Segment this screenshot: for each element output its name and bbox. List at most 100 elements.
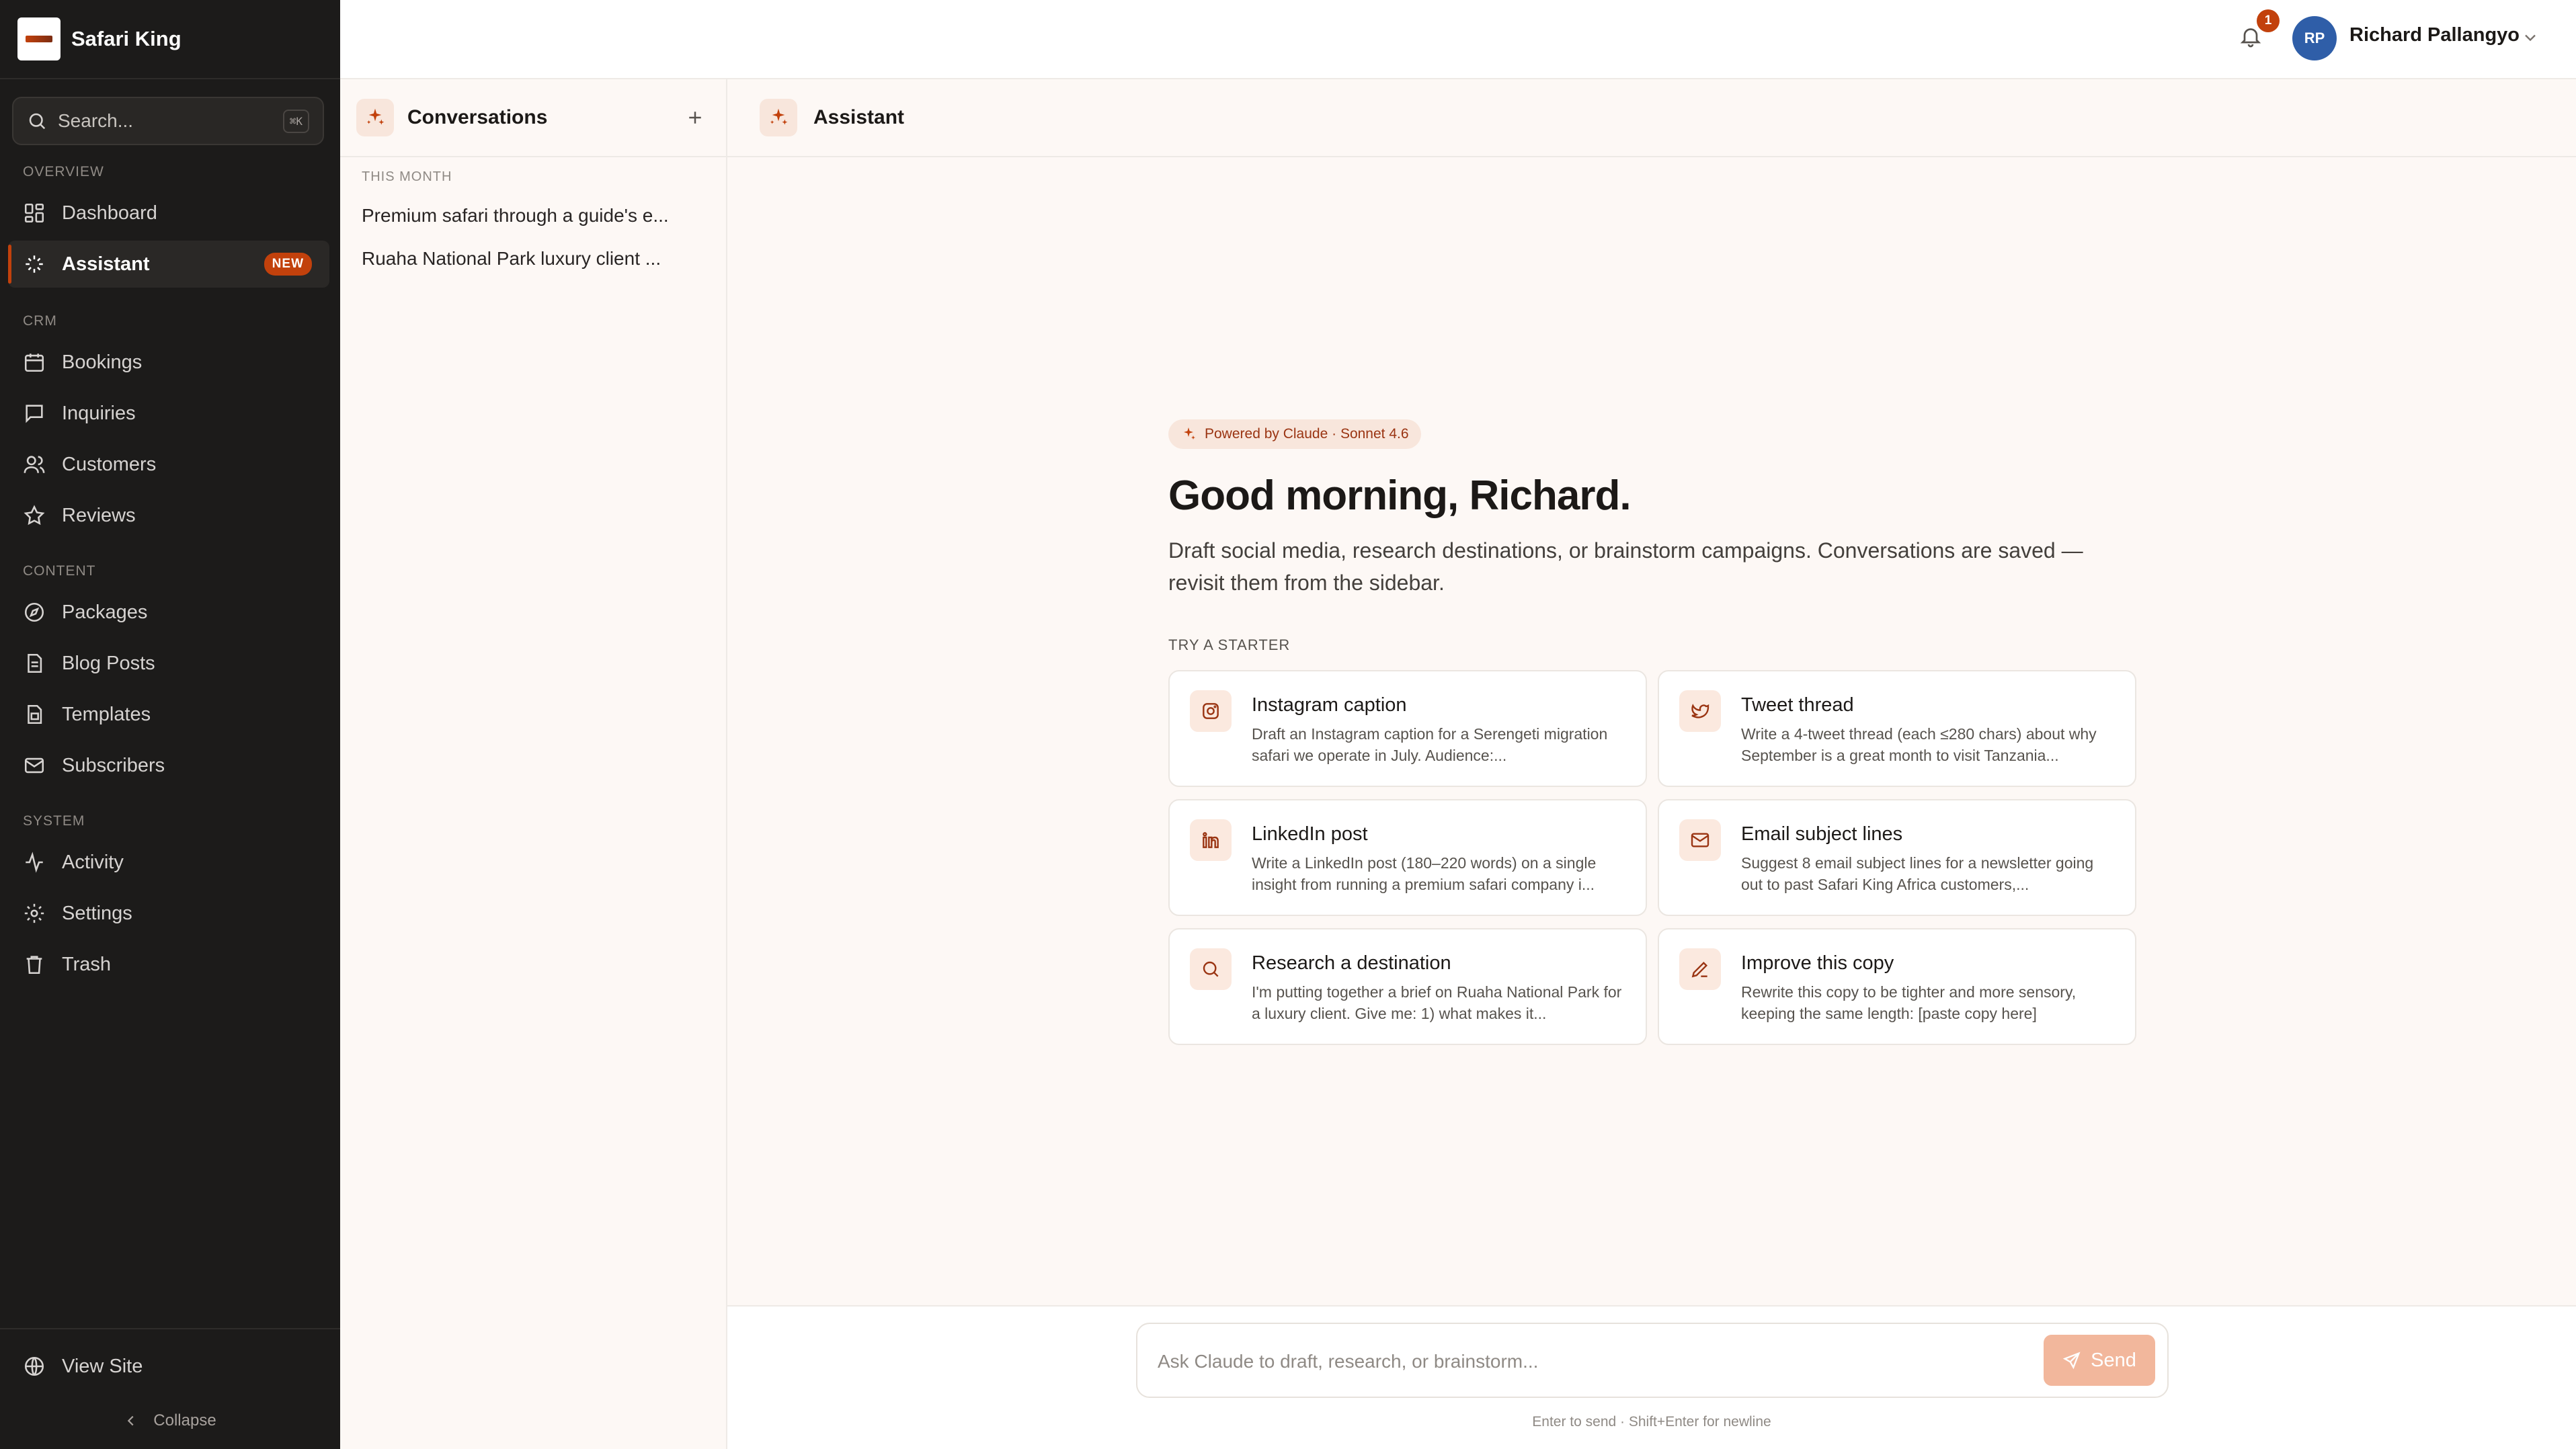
starter-title: Tweet thread bbox=[1741, 694, 1854, 716]
activity-icon bbox=[23, 851, 46, 874]
linkedin-icon bbox=[1190, 819, 1232, 861]
starter-card-improve-copy[interactable]: Improve this copy Rewrite this copy to b… bbox=[1658, 928, 2136, 1045]
sidebar-item-templates[interactable]: Templates bbox=[8, 691, 329, 738]
template-icon bbox=[23, 703, 46, 726]
trash-icon bbox=[23, 953, 46, 976]
sidebar-item-assistant[interactable]: Assistant NEW bbox=[8, 241, 329, 288]
sidebar: Safari King Search... ⌘K Overview Dashbo… bbox=[0, 0, 340, 1449]
sidebar-item-label: Bookings bbox=[62, 351, 143, 373]
globe-icon bbox=[23, 1355, 46, 1378]
mail-icon bbox=[1679, 819, 1721, 861]
powered-by-badge: Powered by Claude · Sonnet 4.6 bbox=[1168, 419, 1421, 449]
section-label-content: Content bbox=[23, 563, 96, 579]
brand-name: Safari King bbox=[71, 27, 182, 50]
brand[interactable]: Safari King bbox=[0, 0, 340, 79]
starter-description: I'm putting together a brief on Ruaha Na… bbox=[1252, 983, 1622, 1022]
starter-card-tweet-thread[interactable]: Tweet thread Write a 4-tweet thread (eac… bbox=[1658, 670, 2136, 787]
search-shortcut: ⌘K bbox=[282, 109, 309, 133]
star-icon bbox=[23, 504, 46, 527]
message-input[interactable] bbox=[1158, 1343, 2031, 1380]
sidebar-item-subscribers[interactable]: Subscribers bbox=[8, 742, 329, 789]
send-icon bbox=[2062, 1352, 2081, 1370]
sidebar-item-blog-posts[interactable]: Blog Posts bbox=[8, 640, 329, 687]
assistant-hero: Powered by Claude · Sonnet 4.6 Good morn… bbox=[1168, 419, 2136, 1045]
search-input[interactable]: Search... ⌘K bbox=[12, 97, 324, 145]
sidebar-item-dashboard[interactable]: Dashboard bbox=[8, 190, 329, 237]
starter-card-email-subject-lines[interactable]: Email subject lines Suggest 8 email subj… bbox=[1658, 799, 2136, 916]
sidebar-item-label: Assistant bbox=[62, 253, 150, 275]
sidebar-item-settings[interactable]: Settings bbox=[8, 890, 329, 937]
brand-logo bbox=[17, 17, 61, 60]
new-conversation-button[interactable] bbox=[680, 103, 710, 132]
sidebar-item-label: Inquiries bbox=[62, 402, 136, 424]
twitter-icon bbox=[1679, 690, 1721, 732]
greeting-heading: Good morning, Richard. bbox=[1168, 472, 1632, 519]
sparkle-icon bbox=[356, 99, 394, 136]
sparkle-icon bbox=[1184, 427, 1195, 440]
user-name[interactable]: Richard Pallangyo bbox=[2349, 24, 2520, 46]
view-site-label: View Site bbox=[62, 1355, 143, 1377]
sidebar-item-inquiries[interactable]: Inquiries bbox=[8, 390, 329, 437]
starter-card-linkedin-post[interactable]: LinkedIn post Write a LinkedIn post (180… bbox=[1168, 799, 1647, 916]
plus-icon bbox=[689, 112, 701, 124]
users-icon bbox=[23, 453, 46, 476]
starter-card-research-destination[interactable]: Research a destination I'm putting toget… bbox=[1168, 928, 1647, 1045]
conversation-item[interactable]: Premium safari through a guide's e... bbox=[362, 194, 684, 237]
user-menu-button[interactable] bbox=[2521, 28, 2540, 47]
conversation-item[interactable]: Ruaha National Park luxury client ... bbox=[362, 237, 684, 280]
collapse-button[interactable]: Collapse bbox=[0, 1411, 340, 1430]
starter-label: Try a starter bbox=[1168, 636, 1291, 653]
starter-description: Write a 4-tweet thread (each ≤280 chars)… bbox=[1741, 725, 2097, 764]
search-placeholder: Search... bbox=[58, 110, 134, 131]
sidebar-item-label: Settings bbox=[62, 902, 132, 924]
starter-card-instagram-caption[interactable]: Instagram caption Draft an Instagram cap… bbox=[1168, 670, 1647, 787]
sidebar-footer: View Site Collapse bbox=[0, 1328, 340, 1449]
sidebar-item-label: Packages bbox=[62, 601, 148, 623]
notification-count-badge: 1 bbox=[2257, 9, 2280, 32]
sidebar-item-label: Subscribers bbox=[62, 754, 165, 776]
greeting-subtitle: Draft social media, research destination… bbox=[1168, 538, 2083, 595]
sidebar-item-label: Activity bbox=[62, 851, 124, 873]
section-label-crm: CRM bbox=[23, 313, 57, 329]
chevron-down-icon bbox=[2525, 34, 2536, 42]
sidebar-item-reviews[interactable]: Reviews bbox=[8, 492, 329, 539]
conversation-group-label: This month bbox=[362, 169, 452, 184]
conversations-header: Conversations bbox=[340, 79, 726, 157]
sidebar-item-label: Trash bbox=[62, 953, 112, 975]
mail-icon bbox=[23, 754, 46, 777]
grid-icon bbox=[23, 202, 46, 224]
sidebar-item-label: Reviews bbox=[62, 504, 136, 526]
search-icon bbox=[1190, 948, 1232, 990]
chevron-left-icon bbox=[128, 1415, 134, 1426]
sidebar-item-label: Dashboard bbox=[62, 202, 157, 224]
powered-by-label: Powered by Claude · Sonnet 4.6 bbox=[1205, 426, 1409, 442]
section-label-system: System bbox=[23, 813, 85, 829]
starter-title: Email subject lines bbox=[1741, 823, 1903, 845]
conversations-title: Conversations bbox=[407, 106, 548, 128]
sparkle-icon bbox=[760, 99, 797, 136]
search-icon bbox=[29, 113, 46, 130]
sidebar-item-label: Templates bbox=[62, 703, 151, 725]
send-label: Send bbox=[2091, 1349, 2136, 1371]
document-icon bbox=[23, 652, 46, 675]
composer-hint: Enter to send · Shift+Enter for newline bbox=[1532, 1414, 1771, 1430]
sidebar-item-trash[interactable]: Trash bbox=[8, 941, 329, 988]
composer-area: Send Enter to send · Shift+Enter for new… bbox=[727, 1305, 2576, 1449]
send-button[interactable]: Send bbox=[2044, 1335, 2155, 1386]
assistant-header: Assistant bbox=[727, 79, 2576, 157]
avatar[interactable]: RP bbox=[2292, 16, 2337, 60]
sidebar-item-activity[interactable]: Activity bbox=[8, 839, 329, 886]
sparkle-icon bbox=[23, 253, 46, 276]
message-icon bbox=[23, 402, 46, 425]
instagram-icon bbox=[1190, 690, 1232, 732]
assistant-main: Assistant Powered by Claude · Sonnet 4.6… bbox=[727, 79, 2576, 1449]
sidebar-item-bookings[interactable]: Bookings bbox=[8, 339, 329, 386]
starter-title: Improve this copy bbox=[1741, 952, 1894, 974]
page-title: Assistant bbox=[813, 106, 905, 128]
view-site-link[interactable]: View Site bbox=[8, 1343, 329, 1390]
sidebar-item-packages[interactable]: Packages bbox=[8, 589, 329, 636]
composer: Send bbox=[1136, 1323, 2169, 1398]
sidebar-item-customers[interactable]: Customers bbox=[8, 441, 329, 488]
pencil-icon bbox=[1679, 948, 1721, 990]
starter-title: Instagram caption bbox=[1252, 694, 1407, 716]
